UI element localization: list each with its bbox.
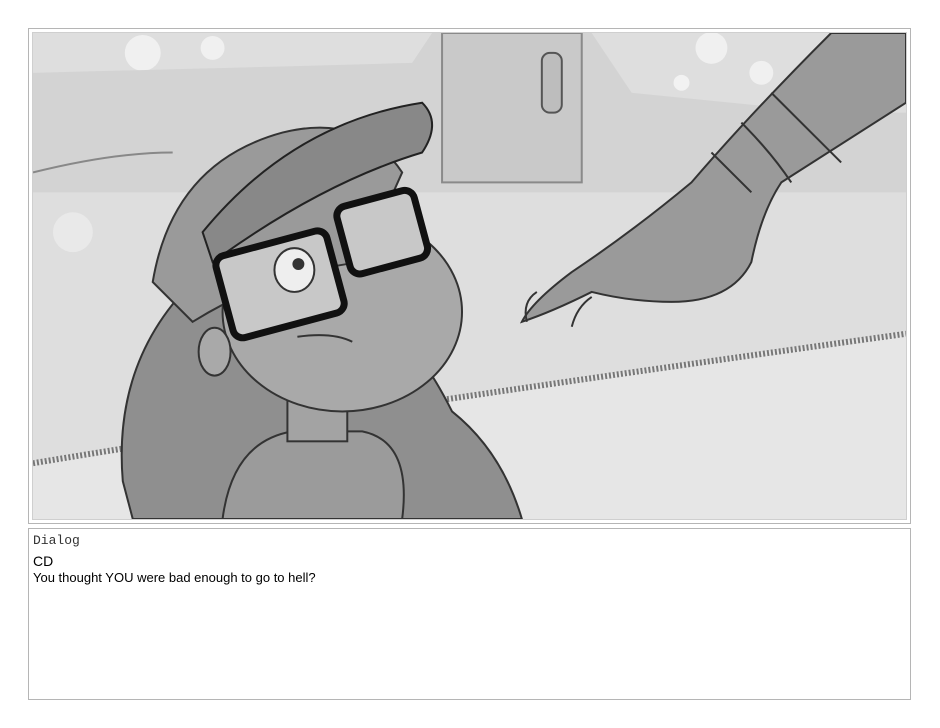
dialog-line: You thought YOU were bad enough to go to… — [33, 570, 316, 585]
dialog-panel: Dialog CD You thought YOU were bad enoug… — [28, 528, 911, 700]
panel-artwork — [32, 32, 907, 520]
dialog-heading: Dialog — [33, 533, 80, 548]
storyboard-panel — [28, 28, 911, 524]
sketch-panel-image — [33, 33, 906, 519]
speaker-name: CD — [33, 553, 54, 569]
